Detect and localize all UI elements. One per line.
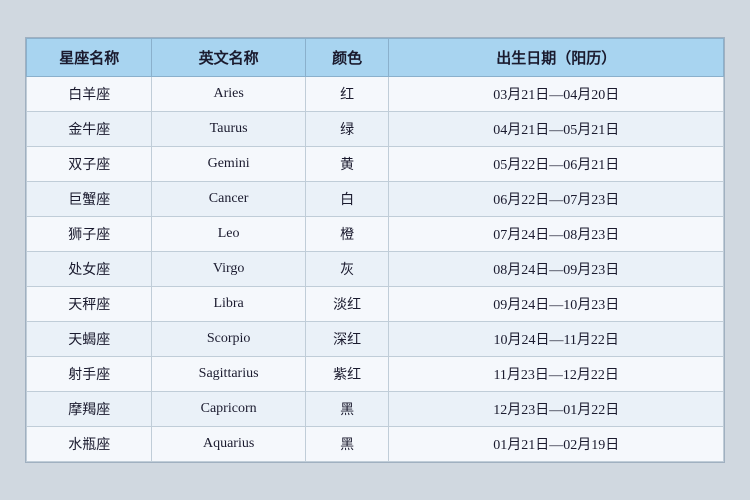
table-row: 白羊座Aries红03月21日—04月20日 <box>27 77 724 112</box>
cell-chinese: 射手座 <box>27 357 152 392</box>
cell-date: 05月22日—06月21日 <box>389 147 724 182</box>
cell-date: 04月21日—05月21日 <box>389 112 724 147</box>
cell-chinese: 金牛座 <box>27 112 152 147</box>
cell-color: 深红 <box>305 322 389 357</box>
header-color: 颜色 <box>305 39 389 77</box>
header-date: 出生日期（阳历） <box>389 39 724 77</box>
cell-english: Virgo <box>152 252 305 287</box>
cell-chinese: 双子座 <box>27 147 152 182</box>
cell-english: Gemini <box>152 147 305 182</box>
table-row: 双子座Gemini黄05月22日—06月21日 <box>27 147 724 182</box>
cell-date: 08月24日—09月23日 <box>389 252 724 287</box>
cell-color: 绿 <box>305 112 389 147</box>
cell-color: 紫红 <box>305 357 389 392</box>
header-english: 英文名称 <box>152 39 305 77</box>
cell-date: 01月21日—02月19日 <box>389 427 724 462</box>
cell-color: 黑 <box>305 392 389 427</box>
cell-chinese: 狮子座 <box>27 217 152 252</box>
cell-english: Sagittarius <box>152 357 305 392</box>
cell-english: Taurus <box>152 112 305 147</box>
cell-chinese: 天蝎座 <box>27 322 152 357</box>
cell-chinese: 水瓶座 <box>27 427 152 462</box>
table-row: 水瓶座Aquarius黑01月21日—02月19日 <box>27 427 724 462</box>
cell-color: 黄 <box>305 147 389 182</box>
table-row: 巨蟹座Cancer白06月22日—07月23日 <box>27 182 724 217</box>
cell-date: 06月22日—07月23日 <box>389 182 724 217</box>
table-header-row: 星座名称 英文名称 颜色 出生日期（阳历） <box>27 39 724 77</box>
table-body: 白羊座Aries红03月21日—04月20日金牛座Taurus绿04月21日—0… <box>27 77 724 462</box>
table-row: 天秤座Libra淡红09月24日—10月23日 <box>27 287 724 322</box>
cell-chinese: 摩羯座 <box>27 392 152 427</box>
cell-color: 红 <box>305 77 389 112</box>
cell-english: Libra <box>152 287 305 322</box>
cell-english: Capricorn <box>152 392 305 427</box>
cell-chinese: 处女座 <box>27 252 152 287</box>
cell-date: 12月23日—01月22日 <box>389 392 724 427</box>
cell-color: 淡红 <box>305 287 389 322</box>
cell-date: 11月23日—12月22日 <box>389 357 724 392</box>
header-chinese: 星座名称 <box>27 39 152 77</box>
zodiac-table: 星座名称 英文名称 颜色 出生日期（阳历） 白羊座Aries红03月21日—04… <box>26 38 724 462</box>
cell-date: 09月24日—10月23日 <box>389 287 724 322</box>
cell-color: 灰 <box>305 252 389 287</box>
cell-color: 橙 <box>305 217 389 252</box>
cell-english: Cancer <box>152 182 305 217</box>
cell-date: 07月24日—08月23日 <box>389 217 724 252</box>
cell-chinese: 巨蟹座 <box>27 182 152 217</box>
cell-color: 白 <box>305 182 389 217</box>
table-row: 狮子座Leo橙07月24日—08月23日 <box>27 217 724 252</box>
cell-color: 黑 <box>305 427 389 462</box>
cell-english: Leo <box>152 217 305 252</box>
cell-english: Scorpio <box>152 322 305 357</box>
table-row: 摩羯座Capricorn黑12月23日—01月22日 <box>27 392 724 427</box>
cell-date: 10月24日—11月22日 <box>389 322 724 357</box>
cell-chinese: 天秤座 <box>27 287 152 322</box>
cell-date: 03月21日—04月20日 <box>389 77 724 112</box>
table-row: 天蝎座Scorpio深红10月24日—11月22日 <box>27 322 724 357</box>
table-row: 射手座Sagittarius紫红11月23日—12月22日 <box>27 357 724 392</box>
cell-english: Aquarius <box>152 427 305 462</box>
table-row: 金牛座Taurus绿04月21日—05月21日 <box>27 112 724 147</box>
table-row: 处女座Virgo灰08月24日—09月23日 <box>27 252 724 287</box>
zodiac-table-container: 星座名称 英文名称 颜色 出生日期（阳历） 白羊座Aries红03月21日—04… <box>25 37 725 463</box>
cell-chinese: 白羊座 <box>27 77 152 112</box>
cell-english: Aries <box>152 77 305 112</box>
